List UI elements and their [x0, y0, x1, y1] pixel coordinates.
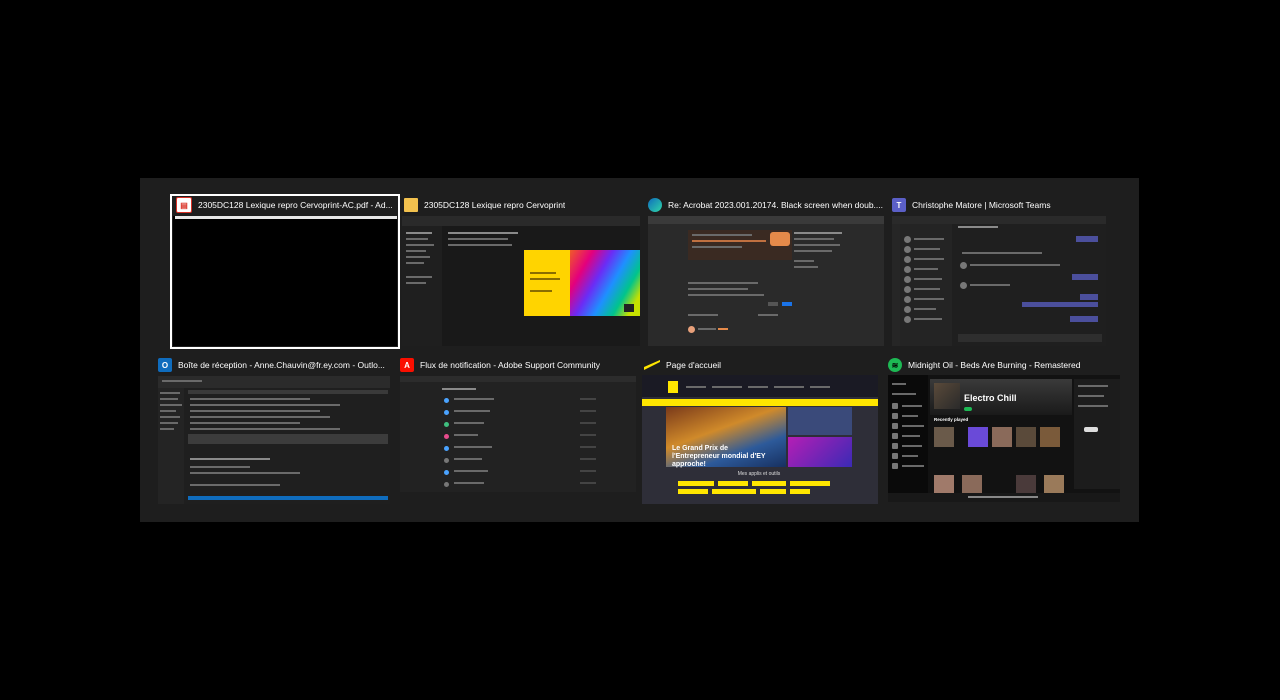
window-preview: [402, 216, 640, 346]
window-tile-outlook[interactable]: O Boîte de réception - Anne.Chauvin@fr.e…: [156, 354, 392, 506]
window-preview: [173, 216, 397, 346]
pdf-file-icon: ▤: [176, 197, 192, 213]
window-title: Boîte de réception - Anne.Chauvin@fr.ey.…: [178, 360, 385, 370]
window-tile-teams[interactable]: T Christophe Matore | Microsoft Teams: [890, 194, 1110, 349]
tile-header: A Flux de notification - Adobe Support C…: [400, 356, 636, 374]
tile-header: ▤ 2305DC128 Lexique repro Cervoprint-AC.…: [176, 196, 394, 214]
adobe-icon: A: [400, 358, 414, 372]
window-preview: [648, 216, 884, 346]
folder-icon: [404, 198, 418, 212]
window-tile-folder[interactable]: 2305DC128 Lexique repro Cervoprint: [402, 194, 642, 349]
preview-image: [524, 250, 640, 316]
section-title: Mes applis et outils: [737, 471, 781, 477]
window-preview: [400, 376, 636, 492]
tile-header: T Christophe Matore | Microsoft Teams: [892, 196, 1108, 214]
outlook-icon: O: [158, 358, 172, 372]
window-preview: Electro Chill Recently played: [888, 375, 1120, 502]
recently-played-heading: Recently played: [934, 417, 969, 422]
window-title: 2305DC128 Lexique repro Cervoprint: [424, 200, 566, 210]
preview-toolbar: [175, 216, 397, 219]
window-title: 2305DC128 Lexique repro Cervoprint-AC.pd…: [198, 200, 393, 210]
task-switcher: ▤ 2305DC128 Lexique repro Cervoprint-AC.…: [140, 178, 1139, 522]
window-tile-spotify[interactable]: ≋ Midnight Oil - Beds Are Burning - Rema…: [886, 354, 1122, 506]
spotify-icon: ≋: [888, 358, 902, 372]
window-tile-pdf[interactable]: ▤ 2305DC128 Lexique repro Cervoprint-AC.…: [170, 194, 400, 349]
window-title: Midnight Oil - Beds Are Burning - Remast…: [908, 360, 1081, 370]
window-preview: [158, 376, 390, 504]
window-tile-adobe-community[interactable]: A Flux de notification - Adobe Support C…: [398, 354, 638, 506]
playlist-title: Electro Chill: [964, 393, 1017, 403]
window-title: Re: Acrobat 2023.001.20174. Black screen…: [668, 200, 884, 210]
tile-header: O Boîte de réception - Anne.Chauvin@fr.e…: [158, 356, 390, 374]
window-tile-browser[interactable]: Re: Acrobat 2023.001.20174. Black screen…: [646, 194, 886, 349]
tile-header: ≋ Midnight Oil - Beds Are Burning - Rema…: [888, 356, 1120, 374]
ey-logo-icon: [644, 358, 660, 372]
window-tile-ey-intranet[interactable]: Page d'accueil Le Grand Prix de l'Entrep…: [642, 354, 882, 506]
window-preview: Le Grand Prix de l'Entrepreneur mondial …: [642, 375, 878, 504]
window-title: Page d'accueil: [666, 360, 722, 370]
hero-image: Le Grand Prix de l'Entrepreneur mondial …: [666, 407, 786, 468]
hero-headline: Le Grand Prix de l'Entrepreneur mondial …: [672, 445, 766, 468]
tile-header: 2305DC128 Lexique repro Cervoprint: [404, 196, 640, 214]
tile-header: Page d'accueil: [644, 356, 880, 374]
window-title: Flux de notification - Adobe Support Com…: [420, 360, 601, 370]
edge-browser-icon: [648, 198, 662, 212]
window-title: Christophe Matore | Microsoft Teams: [912, 200, 1051, 210]
teams-icon: T: [892, 198, 906, 212]
window-preview: [892, 216, 1106, 346]
tile-header: Re: Acrobat 2023.001.20174. Black screen…: [648, 196, 884, 214]
